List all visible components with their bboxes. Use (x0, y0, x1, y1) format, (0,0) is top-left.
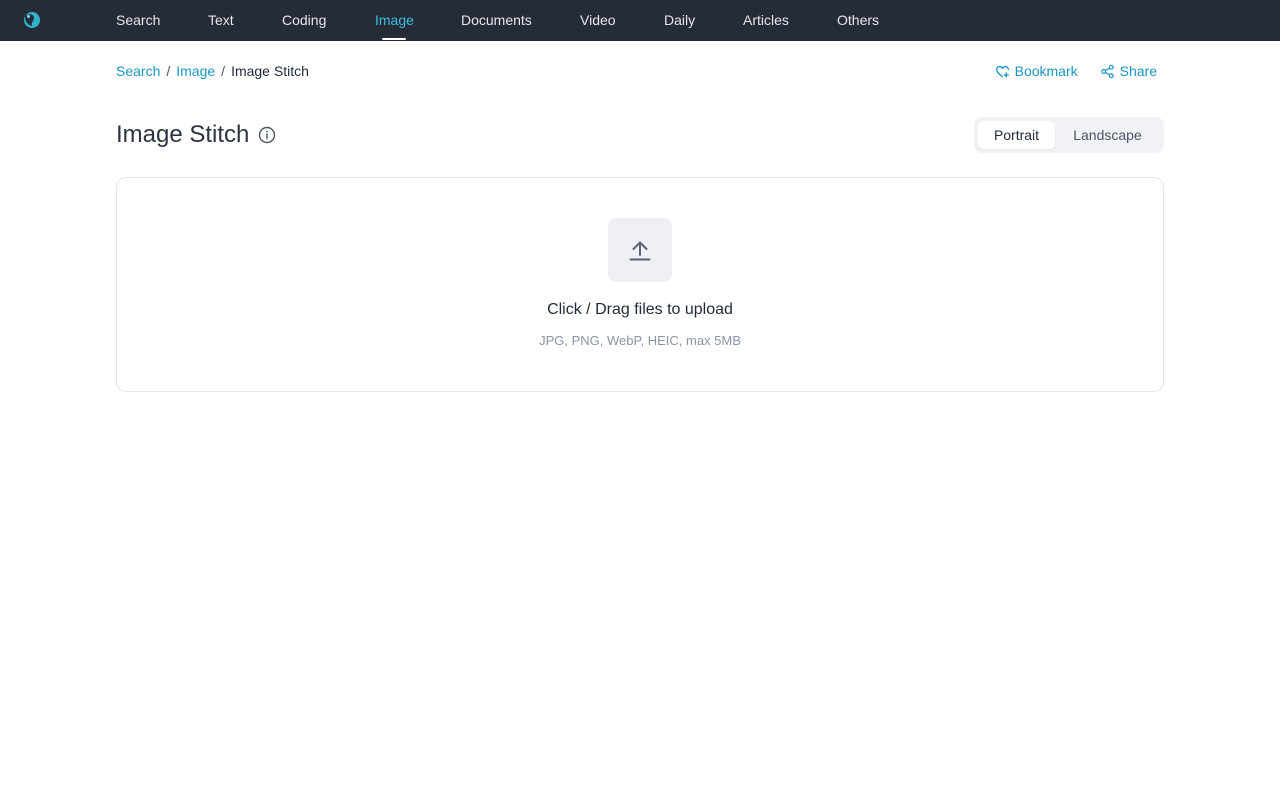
upload-hint: JPG, PNG, WebP, HEIC, max 5MB (539, 333, 741, 348)
share-button[interactable]: Share (1100, 62, 1157, 80)
breadcrumb: Search / Image / Image Stitch (116, 62, 309, 80)
nav-item-coding[interactable]: Coding (282, 0, 326, 41)
breadcrumb-image[interactable]: Image (176, 63, 215, 79)
page-actions: Bookmark Share (995, 62, 1157, 80)
bookmark-label: Bookmark (1014, 63, 1078, 79)
nav-item-image-label: Image (375, 12, 414, 28)
portrait-option[interactable]: Portrait (978, 121, 1055, 149)
nav-item-image[interactable]: Image (375, 0, 414, 41)
upload-icon-box (608, 218, 672, 282)
nav-item-others[interactable]: Others (837, 0, 879, 41)
upload-dropzone[interactable]: Click / Drag files to upload JPG, PNG, W… (116, 177, 1164, 392)
share-icon (1100, 64, 1114, 78)
bookmark-heart-icon (995, 65, 1009, 78)
nav-item-articles[interactable]: Articles (743, 0, 789, 41)
upload-label: Click / Drag files to upload (547, 301, 733, 318)
breadcrumb-search[interactable]: Search (116, 63, 160, 79)
info-icon[interactable] (258, 126, 276, 144)
orientation-switch: Portrait Landscape (974, 117, 1164, 153)
breadcrumb-separator: / (166, 63, 171, 79)
landscape-option[interactable]: Landscape (1055, 121, 1160, 149)
nav-item-text[interactable]: Text (208, 0, 234, 41)
upload-arrow-icon (629, 241, 651, 261)
nav-item-search[interactable]: Search (116, 0, 160, 41)
nav-item-video[interactable]: Video (580, 0, 616, 41)
breadcrumb-separator: / (221, 63, 226, 79)
share-label: Share (1119, 63, 1157, 79)
app-logo-icon[interactable] (22, 10, 42, 30)
bookmark-button[interactable]: Bookmark (995, 62, 1078, 80)
page-title: Image Stitch (116, 121, 250, 148)
nav-item-documents[interactable]: Documents (461, 0, 532, 41)
breadcrumb-current: Image Stitch (231, 63, 309, 79)
nav-item-daily[interactable]: Daily (664, 0, 695, 41)
active-tab-indicator (382, 38, 407, 40)
top-nav-bar: Search Text Coding Image Documents Video… (0, 0, 1280, 41)
